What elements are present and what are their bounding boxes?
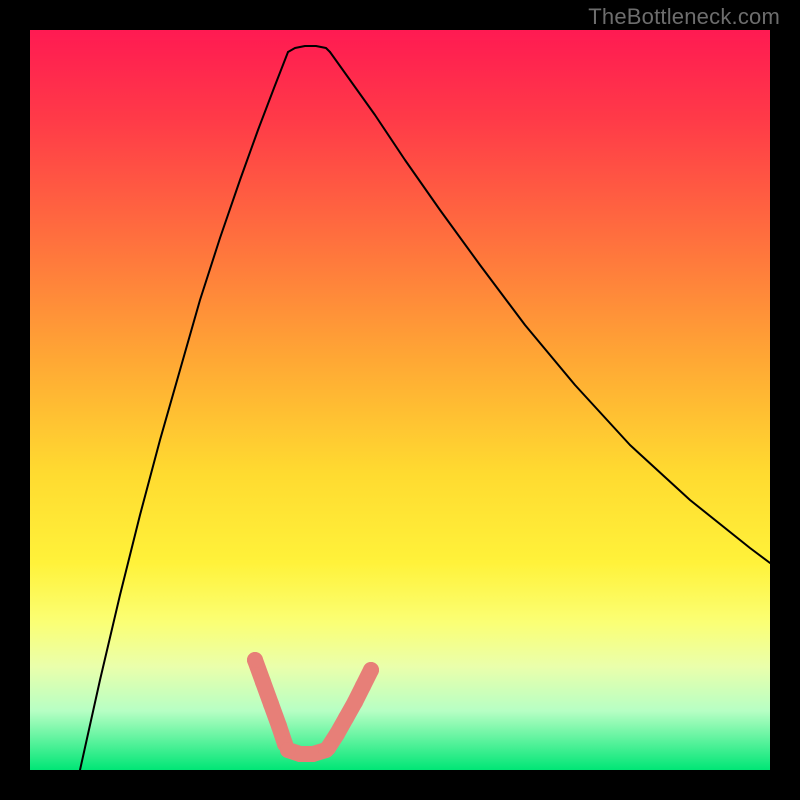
curve-right-curve — [330, 52, 770, 563]
chart-svg — [30, 30, 770, 770]
curve-bottom-connector — [288, 46, 330, 52]
chart-frame: TheBottleneck.com — [0, 0, 800, 800]
marker-right-cap-1 — [363, 662, 379, 678]
chart-plot-area — [30, 30, 770, 770]
watermark-text: TheBottleneck.com — [588, 4, 780, 30]
marker-bottom-cap-0 — [280, 742, 296, 758]
marker-left-cap-0 — [247, 652, 263, 668]
marker-right-cap-0 — [320, 740, 336, 756]
